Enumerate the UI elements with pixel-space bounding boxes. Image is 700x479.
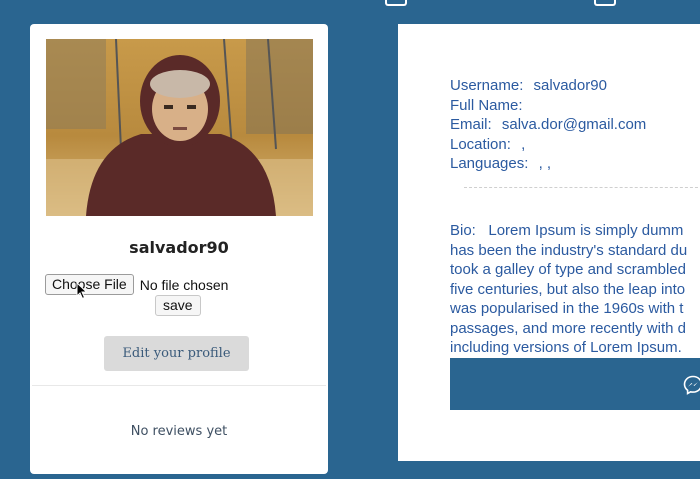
divider <box>464 187 700 188</box>
profile-details: Username: salvador90 Full Name: Email: s… <box>450 76 646 174</box>
profile-username: salvador90 <box>129 238 229 257</box>
file-status: No file chosen <box>139 276 229 293</box>
profile-card: salvador90 Choose File No file chosen sa… <box>30 24 328 474</box>
info-card: Username: salvador90 Full Name: Email: s… <box>398 24 700 461</box>
window-icon[interactable] <box>385 0 407 6</box>
edit-profile-button[interactable]: Edit your profile <box>104 336 249 371</box>
bio-label: Bio: <box>450 222 476 239</box>
bio-text: Bio: Lorem Ipsum is simply dumm has been… <box>450 222 688 356</box>
save-button[interactable]: save <box>155 295 201 316</box>
divider <box>32 385 326 386</box>
reviews-text: No reviews yet <box>130 424 228 439</box>
choose-file-button[interactable]: Choose File <box>45 274 134 295</box>
window-icon[interactable] <box>594 0 616 6</box>
messenger-icon <box>683 375 700 395</box>
file-input[interactable]: Choose File No file chosen <box>45 274 228 295</box>
message-button[interactable] <box>450 358 700 410</box>
profile-photo <box>46 39 313 216</box>
detail-languages: Languages: , , <box>450 155 552 172</box>
mouse-cursor-icon <box>76 282 88 300</box>
detail-full-name: Full Name: <box>450 96 523 114</box>
detail-email: Email: salva.dor@gmail.com <box>450 116 647 133</box>
detail-location: Location: , <box>450 135 526 153</box>
detail-username: Username: salvador90 <box>450 77 607 94</box>
